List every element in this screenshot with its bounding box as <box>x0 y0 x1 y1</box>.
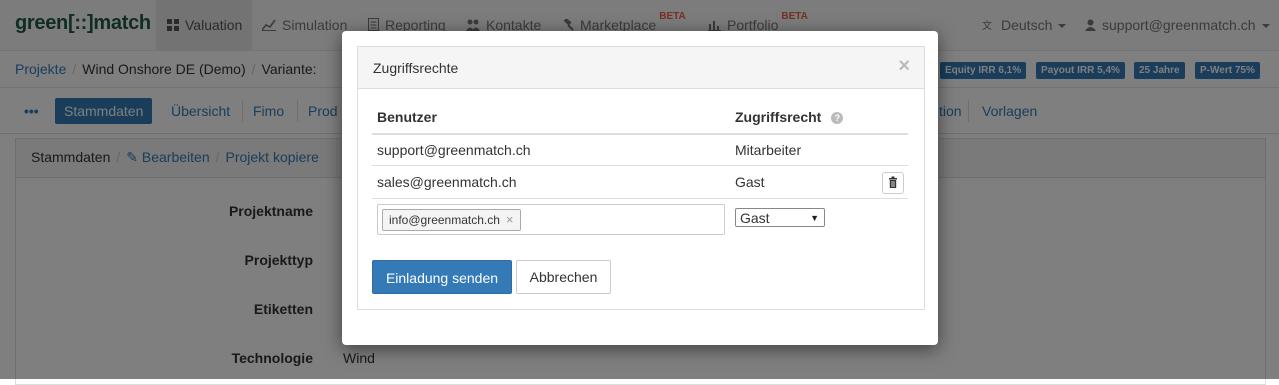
email-tag: info@greenmatch.ch × <box>382 209 521 231</box>
user-row-email: support@greenmatch.ch <box>377 142 531 158</box>
trash-icon <box>889 176 897 188</box>
role-select[interactable]: Gast ▼ <box>735 208 825 227</box>
close-icon[interactable]: × <box>898 55 910 78</box>
user-row-email: sales@greenmatch.ch <box>377 174 517 190</box>
send-invitation-button[interactable]: Einladung senden <box>372 260 512 294</box>
modal-header: Zugriffsrechte × <box>358 47 924 89</box>
user-row-access: Mitarbeiter <box>735 142 802 158</box>
invite-email-input[interactable]: info@greenmatch.ch × <box>377 204 725 235</box>
column-header-user: Benutzer <box>377 109 437 125</box>
column-header-access: Zugriffsrecht? <box>735 109 844 125</box>
user-row-access: Gast <box>735 174 765 190</box>
access-rights-modal: Zugriffsrechte × Benutzer Zugriffsrecht?… <box>342 31 938 345</box>
cancel-button[interactable]: Abbrechen <box>516 260 611 294</box>
dropdown-arrow-icon: ▼ <box>810 213 819 223</box>
help-icon[interactable]: ? <box>831 112 844 125</box>
delete-user-button[interactable] <box>882 172 904 194</box>
remove-tag-icon[interactable]: × <box>506 212 514 227</box>
modal-title: Zugriffsrechte <box>373 60 459 76</box>
